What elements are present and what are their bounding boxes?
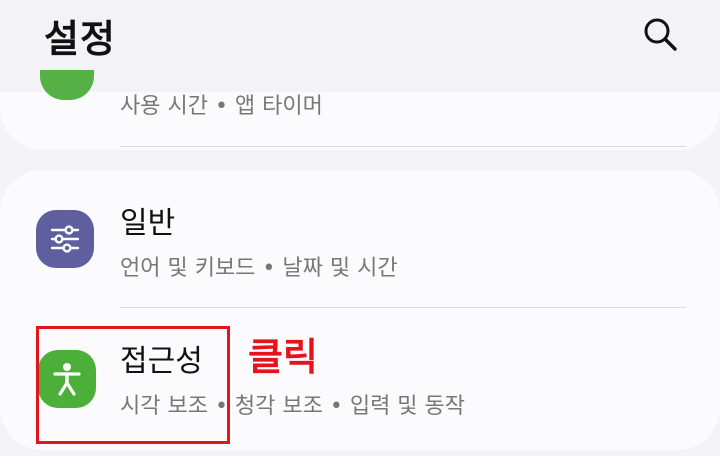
click-annotation: 클릭 — [248, 335, 318, 379]
app-header: 설정 — [0, 0, 720, 78]
divider — [120, 307, 686, 308]
page-title: 설정 — [44, 17, 116, 61]
search-button[interactable] — [636, 10, 684, 58]
settings-item-general-title: 일반 — [120, 206, 176, 241]
highlight-box — [36, 326, 230, 444]
settings-item-general-subtitle: 언어 및 키보드 • 날짜 및 시간 — [120, 256, 398, 281]
settings-card-previous — [0, 92, 720, 150]
divider — [120, 146, 686, 147]
scroll-clip — [0, 78, 720, 92]
sliders-icon — [36, 210, 94, 268]
search-icon — [644, 18, 677, 51]
previous-item-subtitle[interactable]: 사용 시간 • 앱 타이머 — [120, 88, 323, 120]
